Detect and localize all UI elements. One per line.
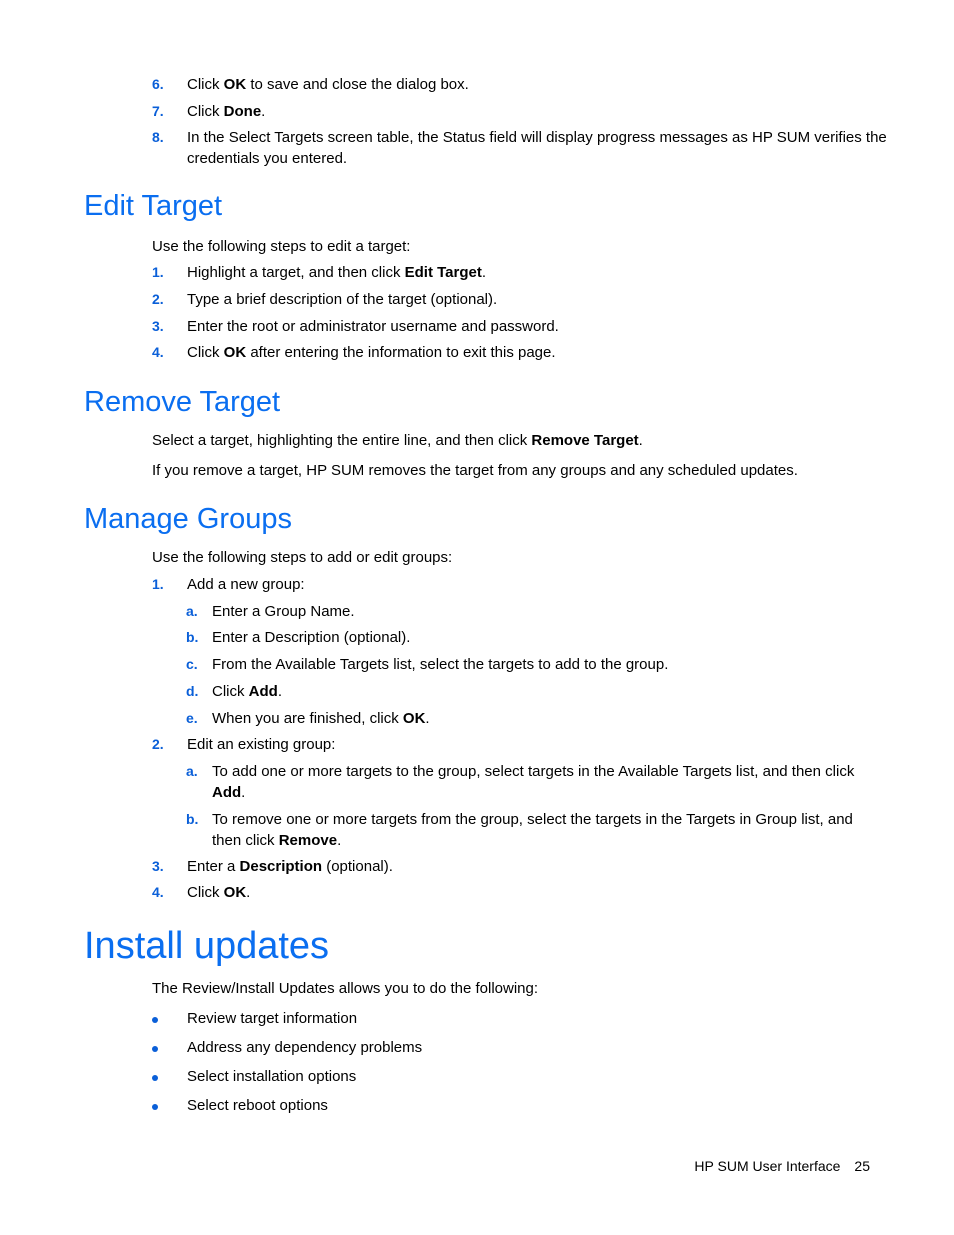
step-text: Enter the root or administrator username… xyxy=(187,318,559,335)
substep-text: To add one or more targets to the group,… xyxy=(212,763,855,780)
bullet-item: Select installation options xyxy=(187,1068,357,1085)
bullet-icon xyxy=(152,1017,158,1023)
substep-text: To remove one or more targets from the g… xyxy=(212,811,853,828)
section-heading-remove-target: Remove Target xyxy=(84,386,281,418)
step-text: Add a new group: xyxy=(187,576,305,593)
substep-text: Enter a Description (optional). xyxy=(212,629,411,646)
bullet-icon xyxy=(152,1075,158,1081)
step-text: Click OK to save and close the dialog bo… xyxy=(187,76,469,93)
substep-letter: a. xyxy=(186,603,198,619)
step-number: 1. xyxy=(152,576,164,592)
section-heading-manage-groups: Manage Groups xyxy=(84,503,292,535)
substep-letter: b. xyxy=(186,629,199,645)
paragraph: Select a target, highlighting the entire… xyxy=(152,432,643,449)
step-text: Click Done. xyxy=(187,103,266,120)
substep-text: From the Available Targets list, select … xyxy=(212,656,669,673)
bullet-icon xyxy=(152,1104,158,1110)
step-number: 1. xyxy=(152,264,164,280)
footer-section-title: HP SUM User Interface xyxy=(694,1158,841,1174)
step-number: 6. xyxy=(152,76,164,92)
substep-letter: d. xyxy=(186,683,199,699)
step-text: Click OK. xyxy=(187,884,251,901)
intro-text: Use the following steps to add or edit g… xyxy=(152,549,453,566)
step-number: 8. xyxy=(152,129,164,145)
step-text: Enter a Description (optional). xyxy=(187,858,393,875)
step-text: Edit an existing group: xyxy=(187,736,336,753)
bullet-item: Address any dependency problems xyxy=(187,1039,423,1056)
section-heading-edit-target: Edit Target xyxy=(84,190,223,222)
step-text: Highlight a target, and then click Edit … xyxy=(187,264,487,281)
intro-text: The Review/Install Updates allows you to… xyxy=(152,980,539,997)
section-heading-install-updates: Install updates xyxy=(84,925,330,967)
step-number: 3. xyxy=(152,318,164,334)
step-number: 7. xyxy=(152,103,164,119)
document-page: 6. Click OK to save and close the dialog… xyxy=(0,0,954,1235)
step-number: 4. xyxy=(152,884,164,900)
bullet-item: Select reboot options xyxy=(187,1097,328,1114)
bullet-item: Review target information xyxy=(187,1010,358,1027)
substep-text-cont: Add. xyxy=(212,784,246,801)
substep-text: When you are finished, click OK. xyxy=(212,710,430,727)
step-text-cont: credentials you entered. xyxy=(187,150,348,167)
page-footer: HP SUM User Interface 25 xyxy=(694,1158,870,1174)
substep-text: Enter a Group Name. xyxy=(212,603,355,620)
substep-letter: e. xyxy=(186,710,198,726)
step-number: 4. xyxy=(152,344,164,360)
step-number: 2. xyxy=(152,736,164,752)
step-text: Type a brief description of the target (… xyxy=(187,291,498,308)
bullet-icon xyxy=(152,1046,158,1052)
intro-text: Use the following steps to edit a target… xyxy=(152,238,411,255)
step-number: 3. xyxy=(152,858,164,874)
step-number: 2. xyxy=(152,291,164,307)
substep-letter: b. xyxy=(186,811,199,827)
substep-text: Click Add. xyxy=(212,683,283,700)
step-text: Click OK after entering the information … xyxy=(187,344,556,361)
page-number: 25 xyxy=(854,1158,870,1174)
paragraph: If you remove a target, HP SUM removes t… xyxy=(152,462,798,479)
substep-text-cont: then click Remove. xyxy=(212,832,342,849)
step-text: In the Select Targets screen table, the … xyxy=(187,129,887,146)
substep-letter: a. xyxy=(186,763,198,779)
substep-letter: c. xyxy=(186,656,198,672)
